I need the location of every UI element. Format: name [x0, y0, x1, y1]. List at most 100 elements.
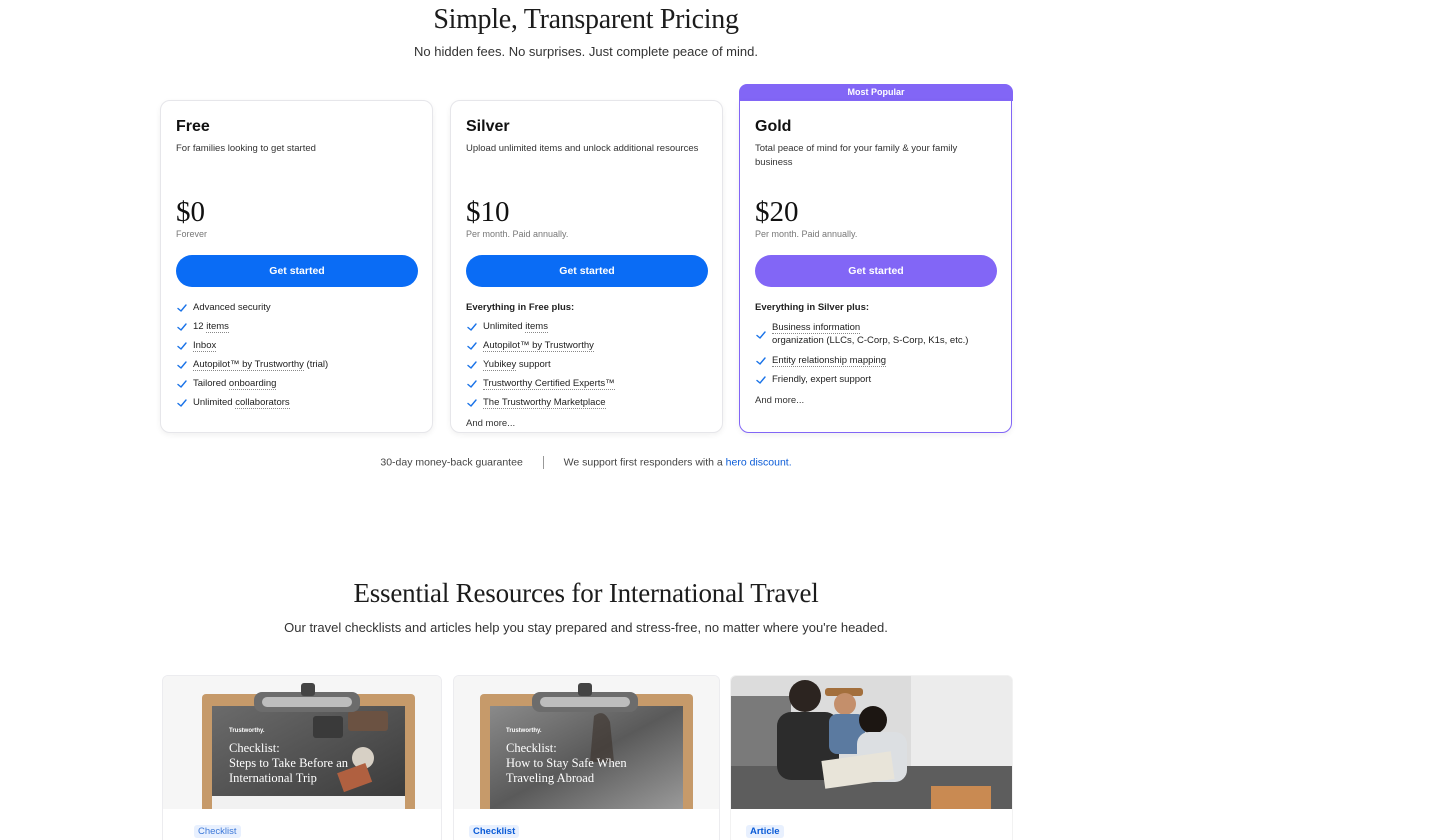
check-icon — [177, 342, 187, 350]
resource-card[interactable]: Trustworthy. Checklist: Steps to Take Be… — [162, 675, 442, 840]
feature-text: 12 — [193, 321, 207, 332]
feature-item: Business information organization (LLCs, … — [755, 321, 1005, 347]
plan-card-free: Free For families looking to get started… — [160, 100, 433, 433]
check-icon — [467, 361, 477, 369]
feature-link[interactable]: Autopilot™ by Trustworthy — [193, 359, 304, 371]
guarantee-line: 30-day money-back guarantee We support f… — [0, 456, 1172, 469]
feature-text: Tailored — [193, 378, 229, 389]
feature-link[interactable]: Inbox — [193, 340, 217, 352]
feature-item: Unlimited collaborators — [176, 396, 426, 409]
feature-list: Business information organization (LLCs, … — [755, 320, 1005, 392]
feature-item: Friendly, expert support — [755, 373, 1005, 386]
resources-title: Essential Resources for International Tr… — [353, 578, 819, 608]
plan-description: Upload unlimited items and unlock additi… — [466, 143, 699, 154]
resource-tag: Checklist — [469, 825, 520, 838]
feature-link[interactable]: Entity relationship mapping — [772, 355, 887, 367]
feature-item: Advanced security — [176, 301, 426, 314]
check-icon — [467, 342, 477, 350]
feature-item: Yubikey support — [466, 358, 716, 371]
feature-item: Entity relationship mapping — [755, 354, 1005, 367]
feature-link[interactable]: collaborators — [235, 397, 290, 409]
plan-price-note: Forever — [176, 229, 208, 239]
feature-text: Unlimited — [483, 321, 526, 332]
hero-discount-link[interactable]: hero discount. — [726, 456, 792, 468]
feature-link[interactable]: The Trustworthy Marketplace — [483, 397, 606, 409]
plan-name: Gold — [755, 118, 792, 135]
card-heading: Checklist: Steps to Take Before an Inter… — [229, 741, 348, 786]
feature-link[interactable]: Trustworthy Certified Experts™ — [483, 378, 615, 390]
check-icon — [177, 323, 187, 331]
check-icon — [467, 399, 477, 407]
plan-price: $0 — [176, 196, 205, 228]
feature-item: Autopilot™ by Trustworthy — [466, 339, 716, 352]
card-heading-line: Traveling Abroad — [506, 771, 595, 785]
get-started-free-button[interactable]: Get started — [176, 255, 418, 287]
resource-tag: Checklist — [194, 825, 241, 838]
features-heading: Everything in Silver plus: — [755, 302, 870, 313]
card-brand: Trustworthy. — [229, 728, 265, 734]
feature-item: Tailored onboarding — [176, 377, 426, 390]
plan-name: Free — [176, 118, 210, 135]
feature-list: Unlimited items Autopilot™ by Trustworthy… — [466, 320, 716, 415]
divider — [542, 456, 544, 469]
family-photo — [731, 676, 1012, 809]
feature-item: Autopilot™ by Trustworthy (trial) — [176, 358, 426, 371]
feature-link[interactable]: Business information — [772, 322, 861, 334]
feature-link[interactable]: items — [525, 321, 548, 333]
feature-item: Inbox — [176, 339, 426, 352]
feature-item: The Trustworthy Marketplace — [466, 396, 716, 409]
plan-card-gold: Gold Total peace of mind for your family… — [739, 100, 1012, 433]
features-heading: Everything in Free plus: — [466, 302, 575, 313]
guarantee-text: 30-day money-back guarantee — [380, 456, 523, 469]
plan-price: $20 — [755, 196, 799, 228]
feature-text: (trial) — [303, 359, 329, 370]
card-brand: Trustworthy. — [506, 728, 542, 734]
plan-card-silver: Silver Upload unlimited items and unlock… — [450, 100, 723, 433]
check-icon — [756, 331, 766, 339]
card-heading-line: International Trip — [229, 771, 317, 785]
card-heading: Checklist: How to Stay Safe When Traveli… — [506, 741, 627, 786]
feature-item: 12 items — [176, 320, 426, 333]
resource-card[interactable]: Article — [730, 675, 1013, 840]
card-heading-line: Checklist: — [229, 741, 280, 755]
hero-text: We support first responders with a — [563, 456, 726, 469]
feature-link[interactable]: Autopilot™ by Trustworthy — [483, 340, 594, 352]
feature-item: Trustworthy Certified Experts™ — [466, 377, 716, 390]
plan-price-note: Per month. Paid annually. — [755, 229, 858, 239]
pricing-subtitle: No hidden fees. No surprises. Just compl… — [414, 44, 758, 59]
feature-item: Unlimited items — [466, 320, 716, 333]
and-more-text: And more... — [755, 395, 805, 406]
get-started-silver-button[interactable]: Get started — [466, 255, 708, 287]
check-icon — [467, 380, 477, 388]
pricing-title: Simple, Transparent Pricing — [433, 4, 739, 35]
plan-price: $10 — [466, 196, 510, 228]
check-icon — [467, 323, 477, 331]
feature-list: Advanced security 12 items Inbox Autopilot™… — [176, 301, 426, 415]
feature-text: Advanced security — [193, 302, 271, 313]
feature-text: organization (LLCs, C-Corp, S-Corp, K1s,… — [772, 335, 969, 346]
most-popular-badge: Most Popular — [739, 84, 1013, 101]
resource-tag: Article — [746, 825, 784, 838]
check-icon — [756, 376, 766, 384]
resources-subtitle: Our travel checklists and articles help … — [284, 620, 888, 635]
check-icon — [756, 357, 766, 365]
feature-link[interactable]: onboarding — [228, 378, 277, 390]
feature-text: Unlimited — [193, 397, 236, 408]
plan-description: For families looking to get started — [176, 143, 316, 154]
resource-card[interactable]: Trustworthy. Checklist: How to Stay Safe… — [453, 675, 720, 840]
feature-text: support — [516, 359, 551, 370]
check-icon — [177, 304, 187, 312]
and-more-text: And more... — [466, 418, 516, 429]
card-heading-line: Checklist: — [506, 741, 557, 755]
plan-price-note: Per month. Paid annually. — [466, 229, 569, 239]
card-heading-line: Steps to Take Before an — [229, 756, 349, 770]
feature-text: Friendly, expert support — [772, 374, 872, 385]
card-heading-line: How to Stay Safe When — [506, 756, 627, 770]
feature-link[interactable]: items — [206, 321, 229, 333]
feature-link[interactable]: Yubikey — [483, 359, 517, 371]
check-icon — [177, 380, 187, 388]
check-icon — [177, 399, 187, 407]
plan-name: Silver — [466, 118, 510, 135]
plan-description: Total peace of mind for your family & yo… — [755, 143, 958, 168]
get-started-gold-button[interactable]: Get started — [755, 255, 997, 287]
